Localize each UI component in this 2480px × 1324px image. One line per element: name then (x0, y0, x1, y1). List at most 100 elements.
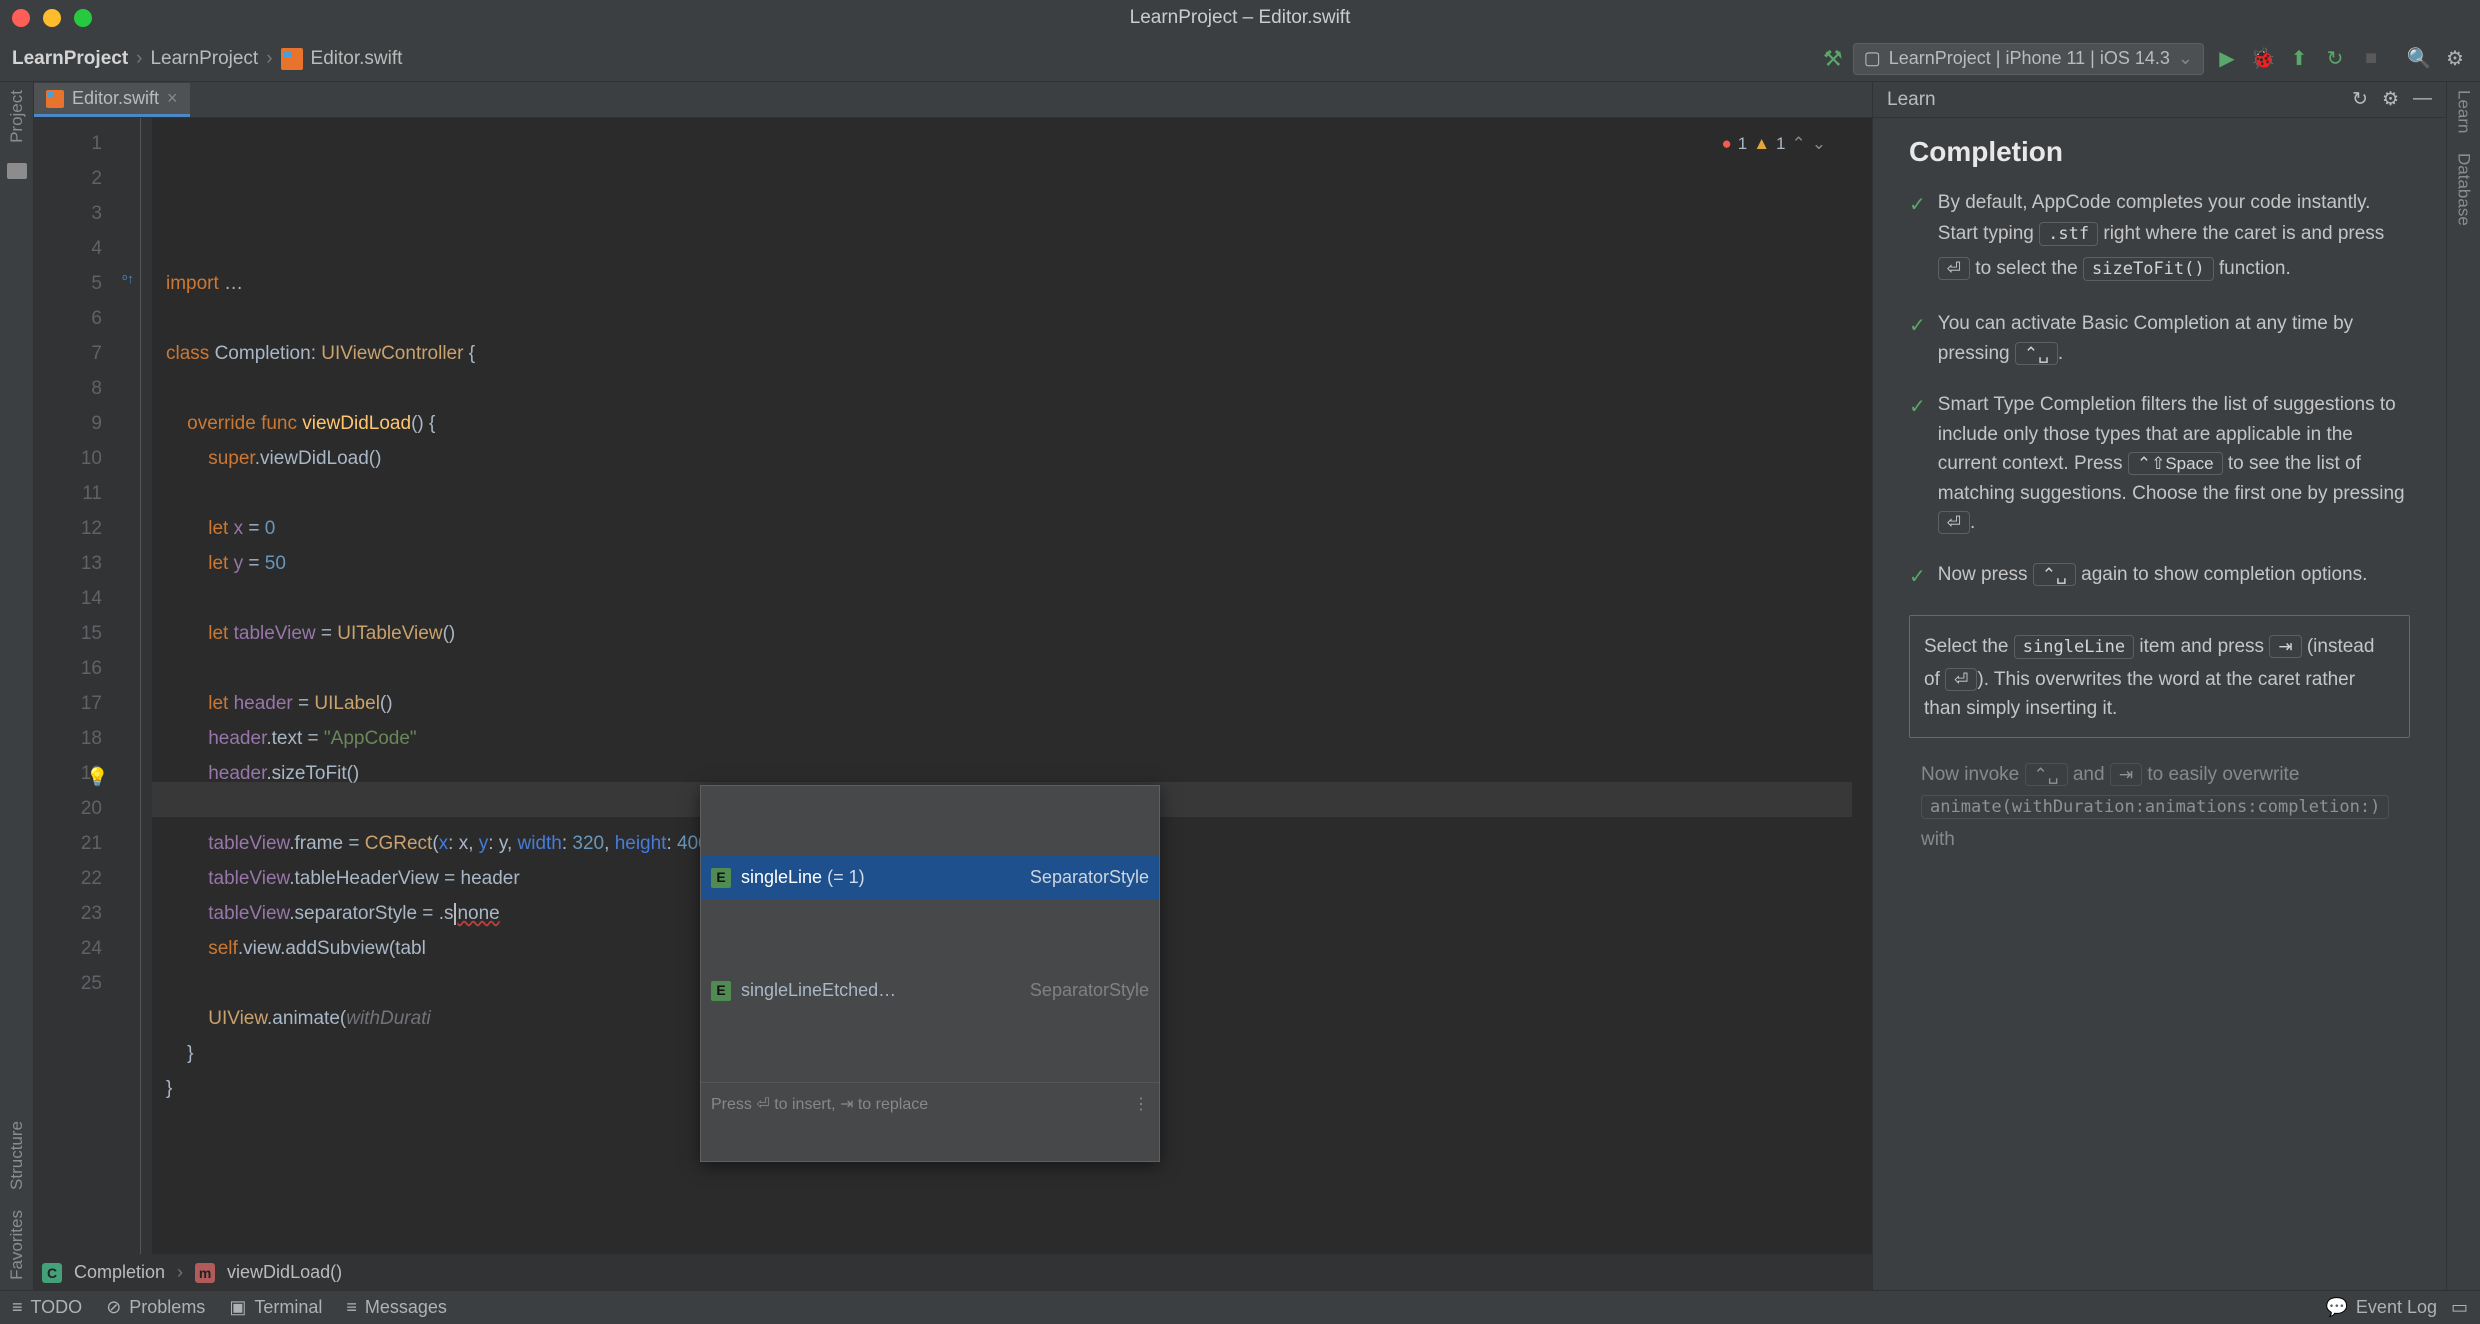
profile-button[interactable]: ↻ (2322, 46, 2348, 72)
event-log-button[interactable]: 💬Event Log (2326, 1297, 2437, 1318)
stop-button: ■ (2358, 46, 2384, 72)
breadcrumb-project[interactable]: LearnProject (12, 48, 128, 70)
warning-count: 1 (1776, 126, 1785, 161)
terminal-toolwindow-button[interactable]: ▣Terminal (229, 1297, 322, 1318)
todo-toolwindow-button[interactable]: ≡TODO (12, 1297, 82, 1318)
inspection-summary[interactable]: ●1 ▲1 ⌃ ⌄ (1721, 126, 1826, 161)
line-number: 8 (34, 371, 102, 406)
window-minimize-button[interactable] (43, 9, 61, 27)
footer-method[interactable]: viewDidLoad() (227, 1262, 342, 1283)
debug-button[interactable]: 🐞 (2250, 46, 2276, 72)
code-editor[interactable]: ●1 ▲1 ⌃ ⌄ 💡 import … class Completion: U… (152, 118, 1852, 1254)
window-zoom-button[interactable] (74, 9, 92, 27)
more-icon[interactable]: ⋮ (1133, 1087, 1149, 1122)
error-count: 1 (1738, 126, 1747, 161)
chevron-down-icon: ⌄ (2178, 48, 2193, 69)
line-number: 7 (34, 336, 102, 371)
keyboard-key: ⌃␣ (2033, 563, 2076, 586)
line-number: 6 (34, 301, 102, 336)
completion-popup[interactable]: E singleLine (= 1) SeparatorStyle E sing… (700, 785, 1160, 1162)
keyboard-key: ⏎ (1938, 257, 1970, 280)
line-number: 9 (34, 406, 102, 441)
editor-area: Editor.swift × 1 2 3 4 5 6 7 8 9 10 11 (34, 82, 1872, 1290)
breadcrumb-file[interactable]: Editor.swift (311, 48, 403, 70)
completion-type: SeparatorStyle (1030, 973, 1149, 1008)
line-number: 14 (34, 581, 102, 616)
run-configuration-selector[interactable]: ▢ LearnProject | iPhone 11 | iOS 14.3 ⌄ (1853, 43, 2204, 75)
enum-icon: E (711, 981, 731, 1001)
coverage-button[interactable]: ⬆ (2286, 46, 2312, 72)
restart-icon[interactable]: ↻ (2352, 88, 2368, 111)
code-line: } (166, 1078, 172, 1099)
line-number: 12 (34, 511, 102, 546)
breadcrumb-folder[interactable]: LearnProject (150, 48, 258, 70)
build-icon[interactable]: ⚒ (1823, 46, 1843, 72)
learn-toolwindow-tab[interactable]: Learn (2454, 90, 2474, 133)
completion-suffix: (= 1) (827, 867, 865, 887)
editor-tabs: Editor.swift × (34, 82, 1872, 118)
warning-icon: ▲ (1753, 126, 1770, 161)
code-line: super.viewDidLoad() (166, 448, 381, 469)
folder-icon[interactable] (7, 163, 27, 179)
bell-icon: 💬 (2326, 1297, 2348, 1318)
code-snippet: sizeToFit() (2083, 257, 2214, 281)
messages-toolwindow-button[interactable]: ≡Messages (346, 1297, 447, 1318)
editor-tab-active[interactable]: Editor.swift × (34, 83, 190, 117)
line-number: 2 (34, 161, 102, 196)
learn-panel-header: Learn ↻ ⚙ — (1873, 82, 2446, 118)
keyboard-key: ⇥ (2110, 763, 2142, 786)
code-line: class Completion: UIViewController { (166, 343, 475, 364)
completion-item-selected[interactable]: E singleLine (= 1) SeparatorStyle (701, 856, 1159, 899)
prev-highlight-icon[interactable]: ⌃ (1792, 126, 1806, 161)
completion-item[interactable]: E singleLineEtched… SeparatorStyle (701, 969, 1159, 1012)
structure-toolwindow-tab[interactable]: Structure (7, 1121, 27, 1190)
next-highlight-icon[interactable]: ⌄ (1812, 126, 1826, 161)
run-button[interactable]: ▶ (2214, 46, 2240, 72)
code-line (166, 973, 171, 994)
footer-class[interactable]: Completion (74, 1262, 165, 1283)
line-number: 23 (34, 896, 102, 931)
enum-icon: E (711, 868, 731, 888)
database-toolwindow-tab[interactable]: Database (2454, 153, 2474, 226)
code-line (166, 378, 171, 399)
chevron-right-icon: › (177, 1262, 183, 1283)
statusbar-widget-icon[interactable]: ▭ (2451, 1297, 2468, 1318)
search-icon[interactable]: 🔍 (2406, 46, 2432, 72)
code-snippet: singleLine (2014, 635, 2134, 659)
code-line: let tableView = UITableView() (166, 623, 455, 644)
error-icon: ● (1721, 126, 1731, 161)
class-icon: C (42, 1263, 62, 1283)
line-number: 10 (34, 441, 102, 476)
check-icon: ✓ (1909, 392, 1926, 537)
favorites-toolwindow-tab[interactable]: Favorites (7, 1210, 27, 1280)
code-line: header.text = "AppCode" (166, 728, 417, 749)
problems-toolwindow-button[interactable]: ⊘Problems (106, 1297, 205, 1318)
line-number: 13 (34, 546, 102, 581)
project-toolwindow-tab[interactable]: Project (7, 90, 27, 143)
code-line: header.sizeToFit() (166, 763, 359, 784)
code-line: let y = 50 (166, 553, 286, 574)
messages-icon: ≡ (346, 1297, 357, 1318)
code-line (166, 658, 171, 679)
line-number: 1 (34, 126, 102, 161)
keyboard-key: ⇥ (2269, 635, 2301, 658)
window-close-button[interactable] (12, 9, 30, 27)
code-snippet: animate(withDuration:animations:completi… (1921, 795, 2389, 819)
left-tool-strip: Project Structure Favorites (0, 82, 34, 1290)
keyboard-key: ⏎ (1945, 668, 1977, 691)
tab-filename: Editor.swift (72, 88, 159, 109)
swift-file-icon (281, 48, 303, 70)
lesson-step: ✓ You can activate Basic Completion at a… (1909, 309, 2410, 368)
intention-bulb-icon[interactable]: 💡 (86, 760, 108, 795)
editor-error-stripe[interactable] (1852, 118, 1872, 1254)
override-gutter-icon[interactable]: ᵒ↑ (118, 268, 138, 288)
minimize-icon[interactable]: — (2413, 88, 2432, 111)
learn-header-title: Learn (1887, 89, 1936, 111)
settings-icon[interactable]: ⚙ (2382, 88, 2399, 111)
close-tab-icon[interactable]: × (167, 88, 178, 109)
keyboard-key: ⌃␣ (2015, 342, 2058, 365)
window-title: LearnProject – Editor.swift (1130, 7, 1351, 29)
line-number: 5 (34, 266, 102, 301)
code-line (166, 308, 171, 329)
settings-icon[interactable]: ⚙ (2442, 46, 2468, 72)
